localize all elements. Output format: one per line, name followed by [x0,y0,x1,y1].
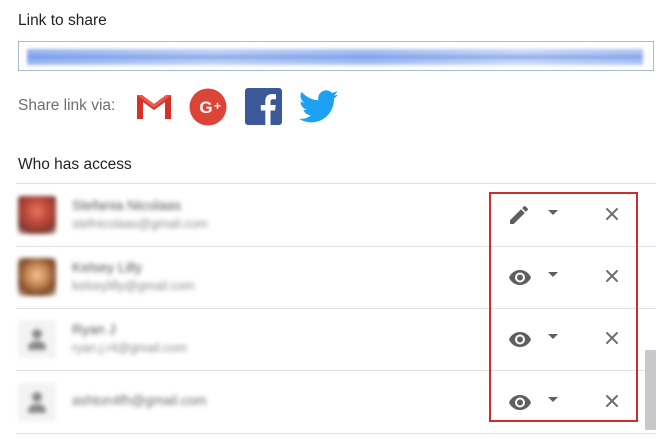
person-email: ryan.j.r4@gmail.com [72,341,187,355]
person-email: stefnicolaas@gmail.com [72,217,208,231]
selected-link-text [27,49,643,65]
who-has-access-heading: Who has access [18,156,132,173]
avatar [18,320,56,358]
facebook-icon[interactable] [245,88,282,125]
person-email: kelseylilly@gmail.com [72,279,195,293]
link-to-share-heading: Link to share [18,12,107,29]
person-name: Stefania Nicolaas [72,197,181,213]
share-link-field[interactable] [18,41,654,71]
person-name: Ryan J [72,321,116,337]
row-divider [16,433,656,434]
person-email: ashton4fh@gmail.com [72,393,207,408]
google-plus-icon[interactable]: G + [189,88,227,126]
person-name: Kelsey Lilly [72,259,143,275]
permissions-highlight-box [489,192,638,422]
avatar [18,196,56,234]
access-list-scrollbar[interactable] [645,350,656,430]
avatar [18,383,56,421]
share-via-label: Share link via: [18,97,116,114]
avatar [18,258,56,296]
gmail-icon[interactable] [135,91,173,121]
twitter-icon[interactable] [298,90,339,124]
svg-text:+: + [214,99,221,113]
svg-text:G: G [199,98,212,117]
